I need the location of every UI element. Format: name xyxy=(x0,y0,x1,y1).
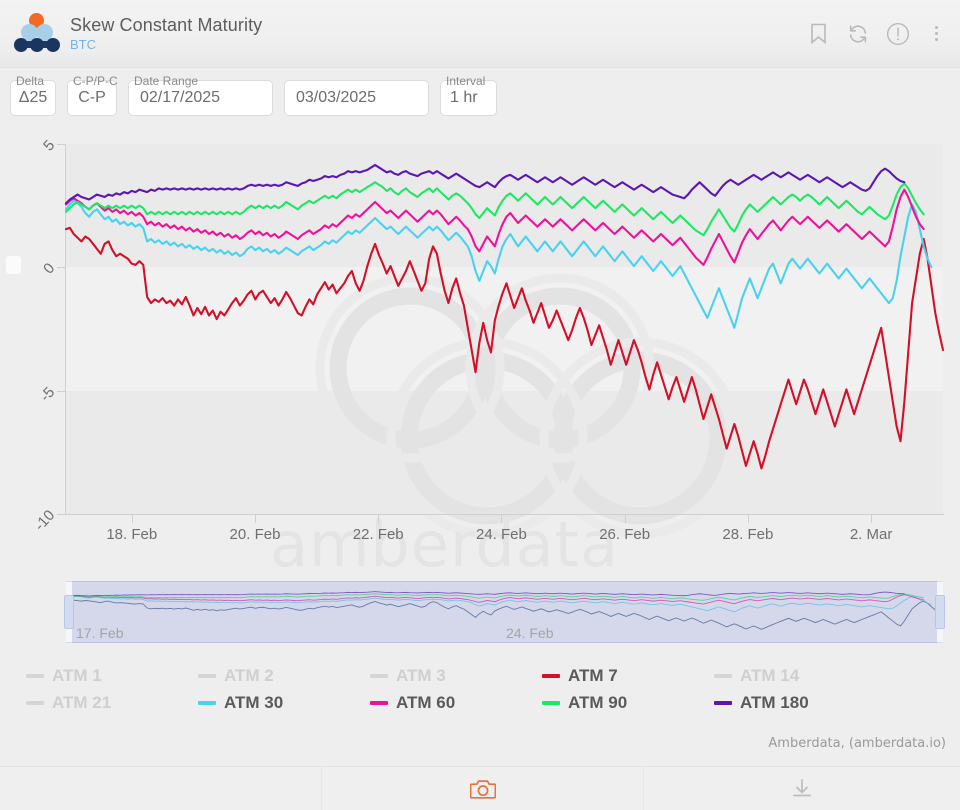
bottom-toolbar-download-cell[interactable] xyxy=(644,767,960,810)
cp-value[interactable]: C-P xyxy=(67,80,117,116)
legend-swatch xyxy=(26,701,44,705)
bottom-toolbar xyxy=(0,766,960,810)
header-actions xyxy=(806,22,946,46)
camera-icon[interactable] xyxy=(469,778,496,800)
date-range-end-input[interactable]: 03/03/2025 xyxy=(284,80,429,116)
kebab-menu-icon[interactable] xyxy=(926,26,946,41)
refresh-icon[interactable] xyxy=(846,22,870,46)
legend-swatch xyxy=(26,674,44,678)
legend-item-atm-1[interactable]: ATM 1 xyxy=(26,666,168,686)
chart-legend: ATM 1 ATM 2 ATM 3 ATM 7 ATM 14 ATM 21 ATM 30 AT… xyxy=(26,666,926,713)
date-range-start-field[interactable]: Date Range 02/17/2025 xyxy=(128,74,273,116)
legend-label: ATM 30 xyxy=(224,693,284,712)
bottom-toolbar-left-cell xyxy=(0,767,322,810)
legend-label: ATM 1 xyxy=(52,666,102,685)
legend-label: ATM 2 xyxy=(224,666,274,685)
legend-swatch xyxy=(542,674,560,678)
legend-item-atm-2[interactable]: ATM 2 xyxy=(198,666,340,686)
page-subtitle-asset[interactable]: BTC xyxy=(70,37,262,52)
credit-text: Amberdata, (amberdata.io) xyxy=(768,736,946,751)
legend-item-atm-21[interactable]: ATM 21 xyxy=(26,693,168,713)
chart-series-lines xyxy=(64,163,945,470)
cp-field[interactable]: C-P/P-C C-P xyxy=(67,74,118,116)
chart-container: amberdata 5 0 -5 -10 18. Feb 20. Feb 22. Feb 2… xyxy=(0,126,960,766)
legend-item-atm-30[interactable]: ATM 30 xyxy=(198,693,340,713)
navigator-label-right: 24. Feb xyxy=(506,625,554,641)
range-navigator[interactable]: 17. Feb 24. Feb xyxy=(64,581,945,643)
legend-item-atm-7[interactable]: ATM 7 xyxy=(542,666,684,686)
legend-label: ATM 14 xyxy=(740,666,800,685)
interval-value[interactable]: 1 hr xyxy=(440,80,497,116)
legend-item-atm-60[interactable]: ATM 60 xyxy=(370,693,512,713)
legend-label: ATM 180 xyxy=(740,693,809,712)
date-range-end-field[interactable]: 03/03/2025 xyxy=(284,80,429,116)
legend-label: ATM 60 xyxy=(396,693,456,712)
download-icon[interactable] xyxy=(790,777,814,801)
navigator-handle-left[interactable] xyxy=(64,595,74,629)
header-title-block: Skew Constant Maturity BTC xyxy=(70,14,263,52)
legend-label: ATM 90 xyxy=(568,693,628,712)
legend-item-atm-14[interactable]: ATM 14 xyxy=(714,666,856,686)
legend-item-atm-3[interactable]: ATM 3 xyxy=(370,666,512,686)
legend-swatch xyxy=(370,674,388,678)
series-line-atm-180 xyxy=(64,163,906,205)
interval-field[interactable]: Interval 1 hr xyxy=(440,74,497,116)
legend-swatch xyxy=(370,701,388,705)
navigator-handle-right[interactable] xyxy=(935,595,945,629)
legend-item-atm-180[interactable]: ATM 180 xyxy=(714,693,856,713)
controls-bar: Delta Δ25 C-P/P-C C-P Date Range 02/17/2… xyxy=(0,68,960,126)
legend-item-atm-90[interactable]: ATM 90 xyxy=(542,693,684,713)
delta-field[interactable]: Delta Δ25 xyxy=(10,74,56,116)
app-header: Skew Constant Maturity BTC xyxy=(0,0,960,68)
legend-swatch xyxy=(542,701,560,705)
amberdata-logo-icon xyxy=(10,11,64,57)
legend-swatch xyxy=(198,701,216,705)
navigator-selected-range[interactable] xyxy=(72,581,937,643)
page-title: Skew Constant Maturity xyxy=(70,14,263,35)
series-line-atm-60 xyxy=(64,188,925,266)
legend-label: ATM 3 xyxy=(396,666,446,685)
info-circle-icon[interactable] xyxy=(886,22,910,46)
delta-value[interactable]: Δ25 xyxy=(10,80,56,116)
date-range-start-input[interactable]: 02/17/2025 xyxy=(128,80,273,116)
legend-swatch xyxy=(714,674,732,678)
legend-swatch xyxy=(714,701,732,705)
navigator-label-left: 17. Feb xyxy=(76,625,124,641)
legend-label: ATM 7 xyxy=(568,666,618,685)
bottom-toolbar-snapshot-cell[interactable] xyxy=(322,767,644,810)
legend-swatch xyxy=(198,674,216,678)
legend-label: ATM 21 xyxy=(52,693,112,712)
bookmark-icon[interactable] xyxy=(806,22,830,46)
amberdata-chart-app: Skew Constant Maturity BTC Delta Δ25 C-P… xyxy=(0,0,960,810)
